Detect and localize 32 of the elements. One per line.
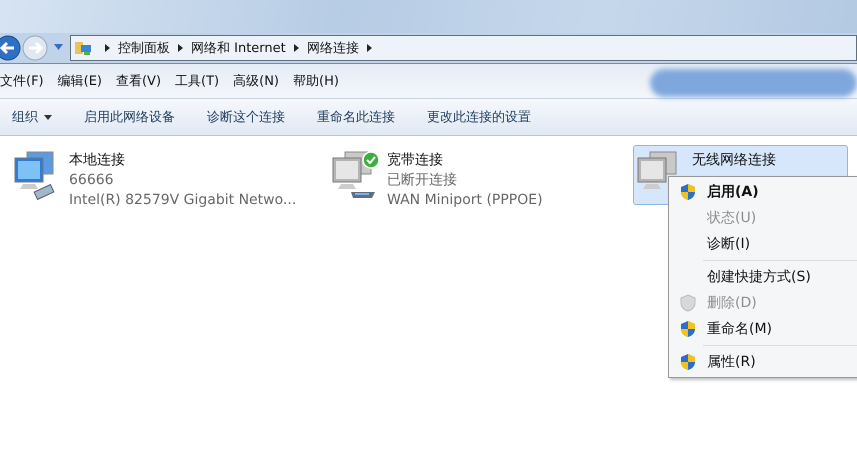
toolbar-button[interactable]: 重命名此连接 — [311, 104, 401, 130]
connection-name: 本地连接 — [69, 151, 126, 170]
address-bar[interactable]: 控制面板 网络和 Internet 网络连接 — [70, 35, 857, 61]
toolbar-button[interactable]: 更改此连接的设置 — [421, 104, 537, 130]
menu-item[interactable]: 编辑(E) — [58, 72, 102, 90]
breadcrumb-arrow-icon — [294, 44, 299, 52]
menu-item[interactable]: 工具(T) — [175, 72, 220, 90]
breadcrumb[interactable]: 网络和 Internet — [191, 39, 286, 57]
caret-icon — [44, 114, 52, 120]
context-menu-item[interactable]: 诊断(I) — [669, 231, 857, 257]
connection-status: 66666 — [69, 171, 115, 190]
network-folder-icon — [75, 40, 93, 56]
context-menu-item[interactable]: 重命名(M) — [669, 316, 857, 342]
toolbar-button[interactable]: 组织 — [6, 104, 58, 130]
context-menu-item[interactable]: 创建快捷方式(S) — [669, 264, 857, 290]
back-button[interactable] — [0, 35, 21, 61]
breadcrumb-arrow-icon — [178, 44, 183, 52]
menu-item[interactable]: 查看(V) — [116, 72, 162, 90]
menu-item[interactable]: 文件(F) — [0, 72, 44, 90]
breadcrumb-arrow-icon — [366, 44, 372, 52]
connection-name: 宽带连接 — [387, 151, 444, 170]
connection-status: 已断开连接 — [387, 171, 458, 190]
recent-pages-dropdown[interactable] — [54, 44, 64, 52]
toolbar-button[interactable]: 启用此网络设备 — [78, 104, 181, 130]
breadcrumb[interactable]: 控制面板 — [118, 39, 170, 57]
breadcrumb-arrow-icon — [105, 44, 110, 52]
breadcrumb[interactable]: 网络连接 — [306, 39, 359, 57]
toolbar-button[interactable]: 诊断这个连接 — [201, 104, 291, 130]
menu-item[interactable]: 高级(N) — [233, 72, 279, 90]
connection-name: 无线网络连接 — [692, 151, 776, 170]
context-menu-item[interactable]: 属性(R) — [669, 349, 857, 375]
menu-item[interactable]: 帮助(H) — [293, 72, 339, 90]
